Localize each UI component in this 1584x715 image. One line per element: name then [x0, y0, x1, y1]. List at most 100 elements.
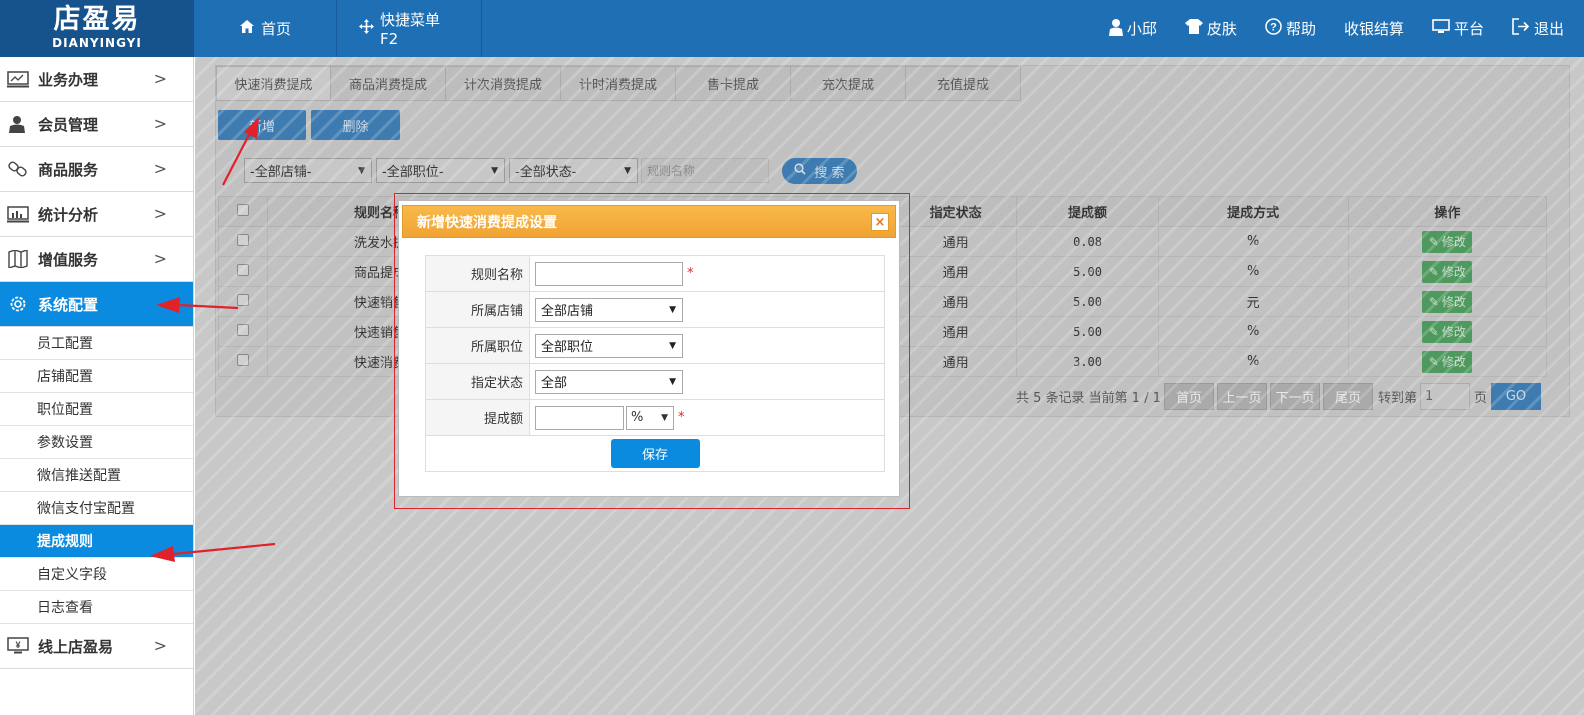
- user-menu[interactable]: 小邱: [1108, 18, 1157, 40]
- row-checkbox[interactable]: [236, 234, 249, 246]
- last-page-button[interactable]: 尾页: [1323, 383, 1373, 410]
- pencil-icon: ✎: [1428, 354, 1439, 369]
- svg-text:?: ?: [1270, 22, 1277, 34]
- sidebar-item-member[interactable]: 会员管理 >: [0, 102, 193, 147]
- dialog-header: 新增快速消费提成设置 ×: [402, 205, 896, 238]
- delete-button[interactable]: 删除: [311, 110, 400, 140]
- cell-method: 元: [1157, 286, 1349, 317]
- select-all-cell[interactable]: [218, 196, 268, 227]
- edit-button-label: 修改: [1441, 265, 1466, 279]
- first-page-button[interactable]: 首页: [1164, 383, 1214, 410]
- yen-monitor-icon: ¥: [6, 636, 30, 656]
- sidebar-item-label: 会员管理: [38, 115, 99, 134]
- amount-unit-select[interactable]: % ▼: [626, 405, 674, 430]
- submenu-item-store[interactable]: 店铺配置: [0, 360, 193, 393]
- submenu-item-custom-fields[interactable]: 自定义字段: [0, 558, 193, 591]
- store-label: 所属店铺: [425, 291, 530, 328]
- status-filter-select[interactable]: -全部状态- ▼: [509, 158, 638, 183]
- submenu-item-staff[interactable]: 员工配置: [0, 327, 193, 360]
- caret-down-icon: ▼: [669, 376, 676, 387]
- edit-button[interactable]: ✎ 修改: [1422, 350, 1473, 373]
- cell-amount: 0.08: [1016, 226, 1159, 257]
- row-checkbox[interactable]: [236, 294, 249, 306]
- chevron-right-icon: >: [153, 204, 167, 223]
- add-button[interactable]: 新增: [218, 110, 306, 140]
- caret-down-icon: ▼: [661, 412, 668, 423]
- commission-form: 规则名称 * 所属店铺 全部店铺 ▼ 所属职位 全部职位 ▼ 指定状态 全部 ▼ 提成…: [425, 255, 885, 472]
- help-menu[interactable]: ? 帮助: [1265, 18, 1316, 39]
- tab-recharge-value[interactable]: 充值提成: [906, 66, 1021, 101]
- rule-name-search-input[interactable]: 规则名称: [641, 158, 769, 183]
- go-button[interactable]: GO: [1491, 383, 1541, 410]
- member-icon: [6, 114, 30, 134]
- submenu-item-payment[interactable]: 微信支付宝配置: [0, 492, 193, 525]
- sidebar-item-online[interactable]: ¥ 线上店盈易 >: [0, 624, 193, 669]
- sidebar-item-stats[interactable]: 统计分析 >: [0, 192, 193, 237]
- store-filter-select[interactable]: -全部店铺- ▼: [244, 158, 372, 183]
- position-filter-value: -全部职位-: [382, 165, 444, 180]
- tab-count-consume[interactable]: 计次消费提成: [446, 66, 561, 101]
- row-checkbox[interactable]: [236, 264, 249, 276]
- position-select-value: 全部职位: [541, 340, 594, 355]
- status-filter-value: -全部状态-: [515, 165, 577, 180]
- sidebar-item-system-config[interactable]: 系统配置: [0, 282, 193, 327]
- sidebar-item-business[interactable]: 业务办理 >: [0, 57, 193, 102]
- sidebar: 业务办理 > 会员管理 > 商品服务 > 统计分析 > 增值服务 > 系统配置: [0, 57, 194, 715]
- submenu-item-position[interactable]: 职位配置: [0, 393, 193, 426]
- select-all-checkbox[interactable]: [236, 203, 249, 216]
- page-number-input[interactable]: 1: [1420, 383, 1470, 410]
- edit-button[interactable]: ✎ 修改: [1422, 320, 1473, 343]
- cell-amount: 3.00: [1016, 346, 1159, 377]
- edit-button[interactable]: ✎ 修改: [1422, 290, 1473, 313]
- help-label: 帮助: [1285, 20, 1316, 38]
- required-mark: *: [687, 266, 694, 281]
- row-checkbox[interactable]: [236, 324, 249, 336]
- edit-button[interactable]: ✎ 修改: [1422, 260, 1473, 283]
- store-select-value: 全部店铺: [541, 304, 594, 319]
- submenu-item-logs[interactable]: 日志查看: [0, 591, 193, 624]
- cashier-label: 收银结算: [1343, 20, 1404, 38]
- store-select[interactable]: 全部店铺 ▼: [535, 297, 683, 322]
- cashier-menu[interactable]: 收银结算: [1344, 18, 1404, 39]
- tab-time-consume[interactable]: 计时消费提成: [561, 66, 676, 101]
- tab-card-sale[interactable]: 售卡提成: [676, 66, 791, 101]
- logout-menu[interactable]: 退出: [1512, 18, 1564, 39]
- submenu-item-wechat-push[interactable]: 微信推送配置: [0, 459, 193, 492]
- help-icon: ?: [1265, 18, 1282, 39]
- amount-input[interactable]: [535, 405, 624, 430]
- save-button[interactable]: 保存: [610, 439, 700, 468]
- rule-name-input[interactable]: [535, 261, 683, 286]
- tab-recharge-count[interactable]: 充次提成: [791, 66, 906, 101]
- sidebar-item-label: 系统配置: [38, 295, 99, 314]
- user-name: 小邱: [1126, 20, 1157, 38]
- submenu-item-commission-rules[interactable]: 提成规则: [0, 525, 193, 558]
- edit-button[interactable]: ✎ 修改: [1422, 230, 1473, 253]
- sidebar-item-label: 业务办理: [38, 70, 99, 89]
- status-select[interactable]: 全部 ▼: [535, 369, 683, 394]
- cell-method: %: [1157, 256, 1349, 287]
- next-page-button[interactable]: 下一页: [1270, 383, 1320, 410]
- prev-page-button[interactable]: 上一页: [1217, 383, 1267, 410]
- sidebar-item-label: 增值服务: [38, 250, 99, 269]
- sidebar-item-value-added[interactable]: 增值服务 >: [0, 237, 193, 282]
- search-button[interactable]: 搜 索: [782, 158, 857, 184]
- edit-button-label: 修改: [1441, 235, 1466, 249]
- close-icon[interactable]: ×: [871, 213, 889, 231]
- nav-quick-menu[interactable]: 快捷菜单 F2: [337, 0, 482, 57]
- search-button-label: 搜 索: [814, 165, 845, 181]
- nav-home[interactable]: 首页: [194, 0, 337, 57]
- caret-down-icon: ▼: [624, 165, 631, 176]
- logo-text-cn: 店盈易: [53, 4, 141, 35]
- platform-menu[interactable]: 平台: [1432, 18, 1484, 39]
- cell-method: %: [1157, 346, 1349, 377]
- position-select[interactable]: 全部职位 ▼: [535, 333, 683, 358]
- tab-quick-consume[interactable]: 快速消费提成: [216, 66, 331, 101]
- position-filter-select[interactable]: -全部职位- ▼: [376, 158, 505, 183]
- submenu-item-params[interactable]: 参数设置: [0, 426, 193, 459]
- row-checkbox[interactable]: [236, 354, 249, 366]
- sidebar-item-product[interactable]: 商品服务 >: [0, 147, 193, 192]
- skin-menu[interactable]: 皮肤: [1184, 18, 1237, 39]
- cell-status: 通用: [893, 226, 1018, 257]
- tab-product-consume[interactable]: 商品消费提成: [331, 66, 446, 101]
- app-logo[interactable]: 店盈易 DIANYINGYI: [0, 0, 194, 57]
